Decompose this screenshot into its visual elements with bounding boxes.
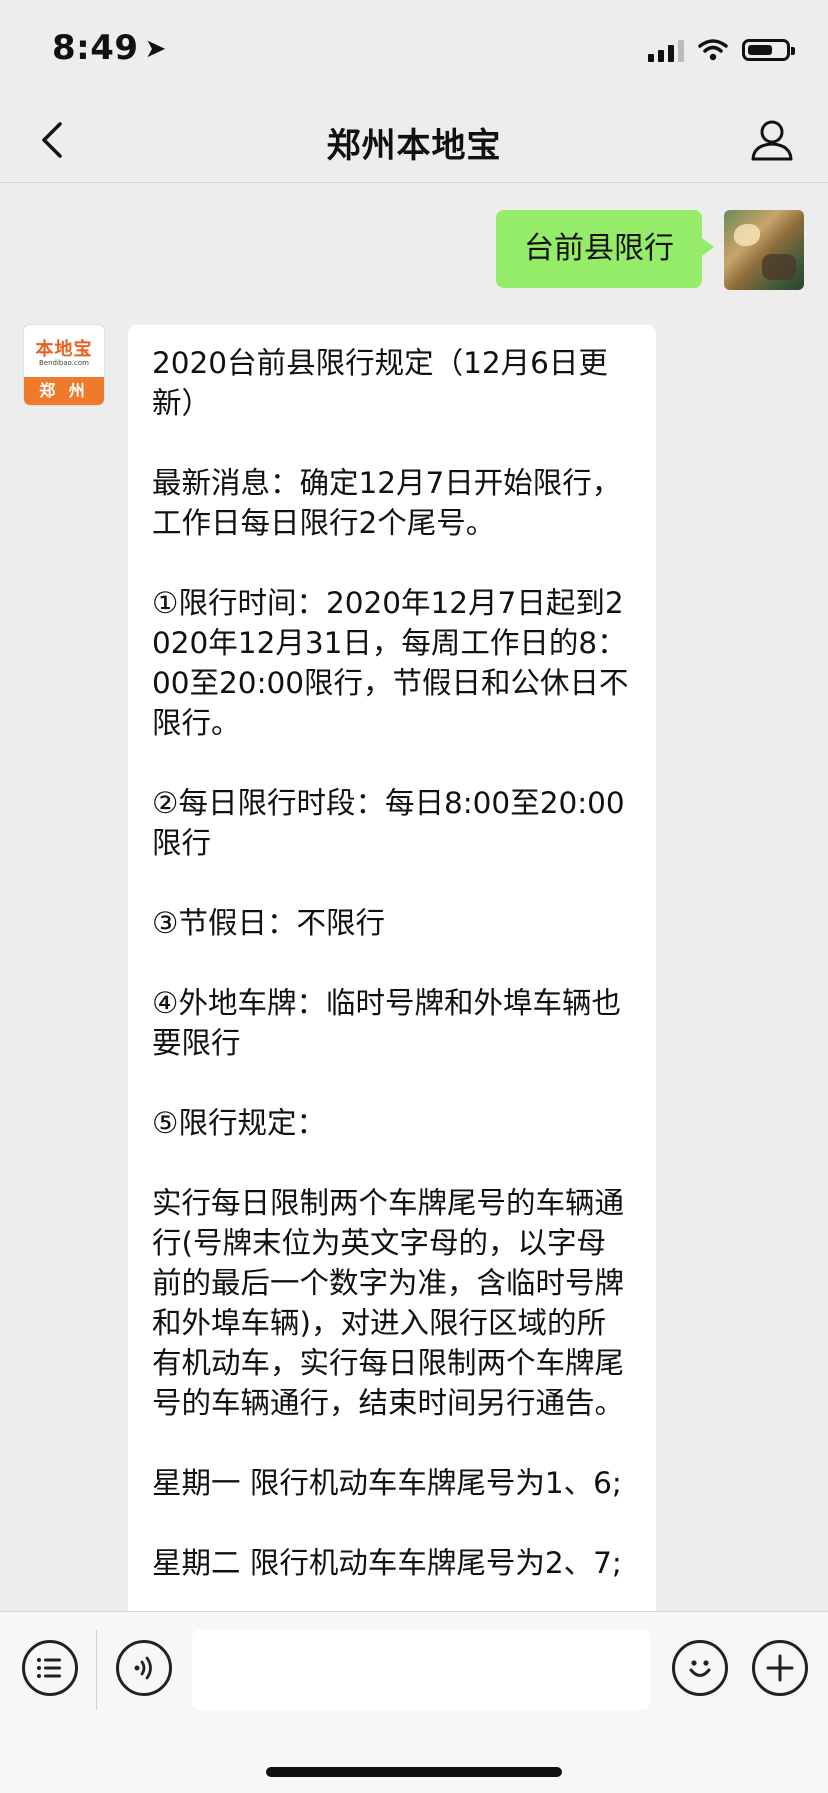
bot-logo-domain: Bendibao.com <box>38 359 89 367</box>
navigation-bar: 郑州本地宝 <box>0 100 828 183</box>
input-divider <box>96 1630 97 1710</box>
status-bar: 8:49 ➤ <box>0 0 828 100</box>
add-button[interactable] <box>752 1640 808 1696</box>
bot-logo-city: 郑 州 <box>24 377 104 405</box>
menu-toggle-button[interactable] <box>22 1640 78 1696</box>
voice-button[interactable] <box>116 1640 172 1696</box>
person-icon <box>751 120 793 161</box>
bot-avatar[interactable]: 本地宝 Bendibao.com 郑 州 <box>24 325 104 405</box>
message-paragraph: ④外地车牌：临时号牌和外埠车辆也要限行 <box>152 986 621 1060</box>
emoji-button[interactable] <box>672 1640 728 1696</box>
status-indicators <box>648 36 795 64</box>
status-time: 8:49 ➤ <box>52 28 167 68</box>
message-paragraph: ①限行时间：2020年12月7日起到2020年12月31日，每周工作日的8：00… <box>152 586 629 740</box>
plus-icon <box>766 1654 794 1682</box>
battery-icon <box>742 39 795 61</box>
message-paragraph: 实行每日限制两个车牌尾号的车辆通行(号牌末位为英文字母的，以字母前的最后一个数字… <box>152 1186 625 1420</box>
list-menu-icon <box>37 1658 61 1678</box>
voice-icon <box>134 1656 152 1680</box>
incoming-bubble[interactable]: 2020台前县限行规定（12月6日更新） 最新消息：确定12月7日开始限行，工作… <box>128 325 656 1625</box>
location-arrow-icon: ➤ <box>144 34 167 64</box>
emoji-icon <box>689 1660 711 1677</box>
cellular-signal-icon <box>648 38 684 62</box>
message-input[interactable] <box>192 1630 650 1710</box>
clock-text: 8:49 <box>52 28 139 68</box>
incoming-message: 本地宝 Bendibao.com 郑 州 2020台前县限行规定（12月6日更新… <box>24 325 656 1625</box>
message-title: 2020台前县限行规定（12月6日更新） <box>152 346 608 420</box>
message-paragraph: ②每日限行时段：每日8:00至20:00限行 <box>152 786 625 860</box>
profile-button[interactable] <box>742 110 802 170</box>
user-avatar[interactable] <box>724 210 804 290</box>
message-paragraph: 星期一 限行机动车车牌尾号为1、6; <box>152 1466 622 1500</box>
message-paragraph: 星期二 限行机动车车牌尾号为2、7; <box>152 1546 622 1580</box>
input-bar <box>0 1611 828 1793</box>
home-indicator[interactable] <box>266 1767 562 1777</box>
page-title: 郑州本地宝 <box>326 126 502 166</box>
outgoing-text: 台前县限行 <box>524 231 674 266</box>
outgoing-message: 台前县限行 <box>496 210 804 290</box>
message-paragraph: 最新消息：确定12月7日开始限行，工作日每日限行2个尾号。 <box>152 466 622 540</box>
wifi-icon <box>698 39 728 61</box>
bot-logo-text: 本地宝 <box>35 339 93 360</box>
message-paragraph: ⑤限行规定： <box>152 1106 326 1140</box>
outgoing-bubble[interactable]: 台前县限行 <box>496 210 714 288</box>
message-paragraph: ③节假日：不限行 <box>152 906 385 940</box>
